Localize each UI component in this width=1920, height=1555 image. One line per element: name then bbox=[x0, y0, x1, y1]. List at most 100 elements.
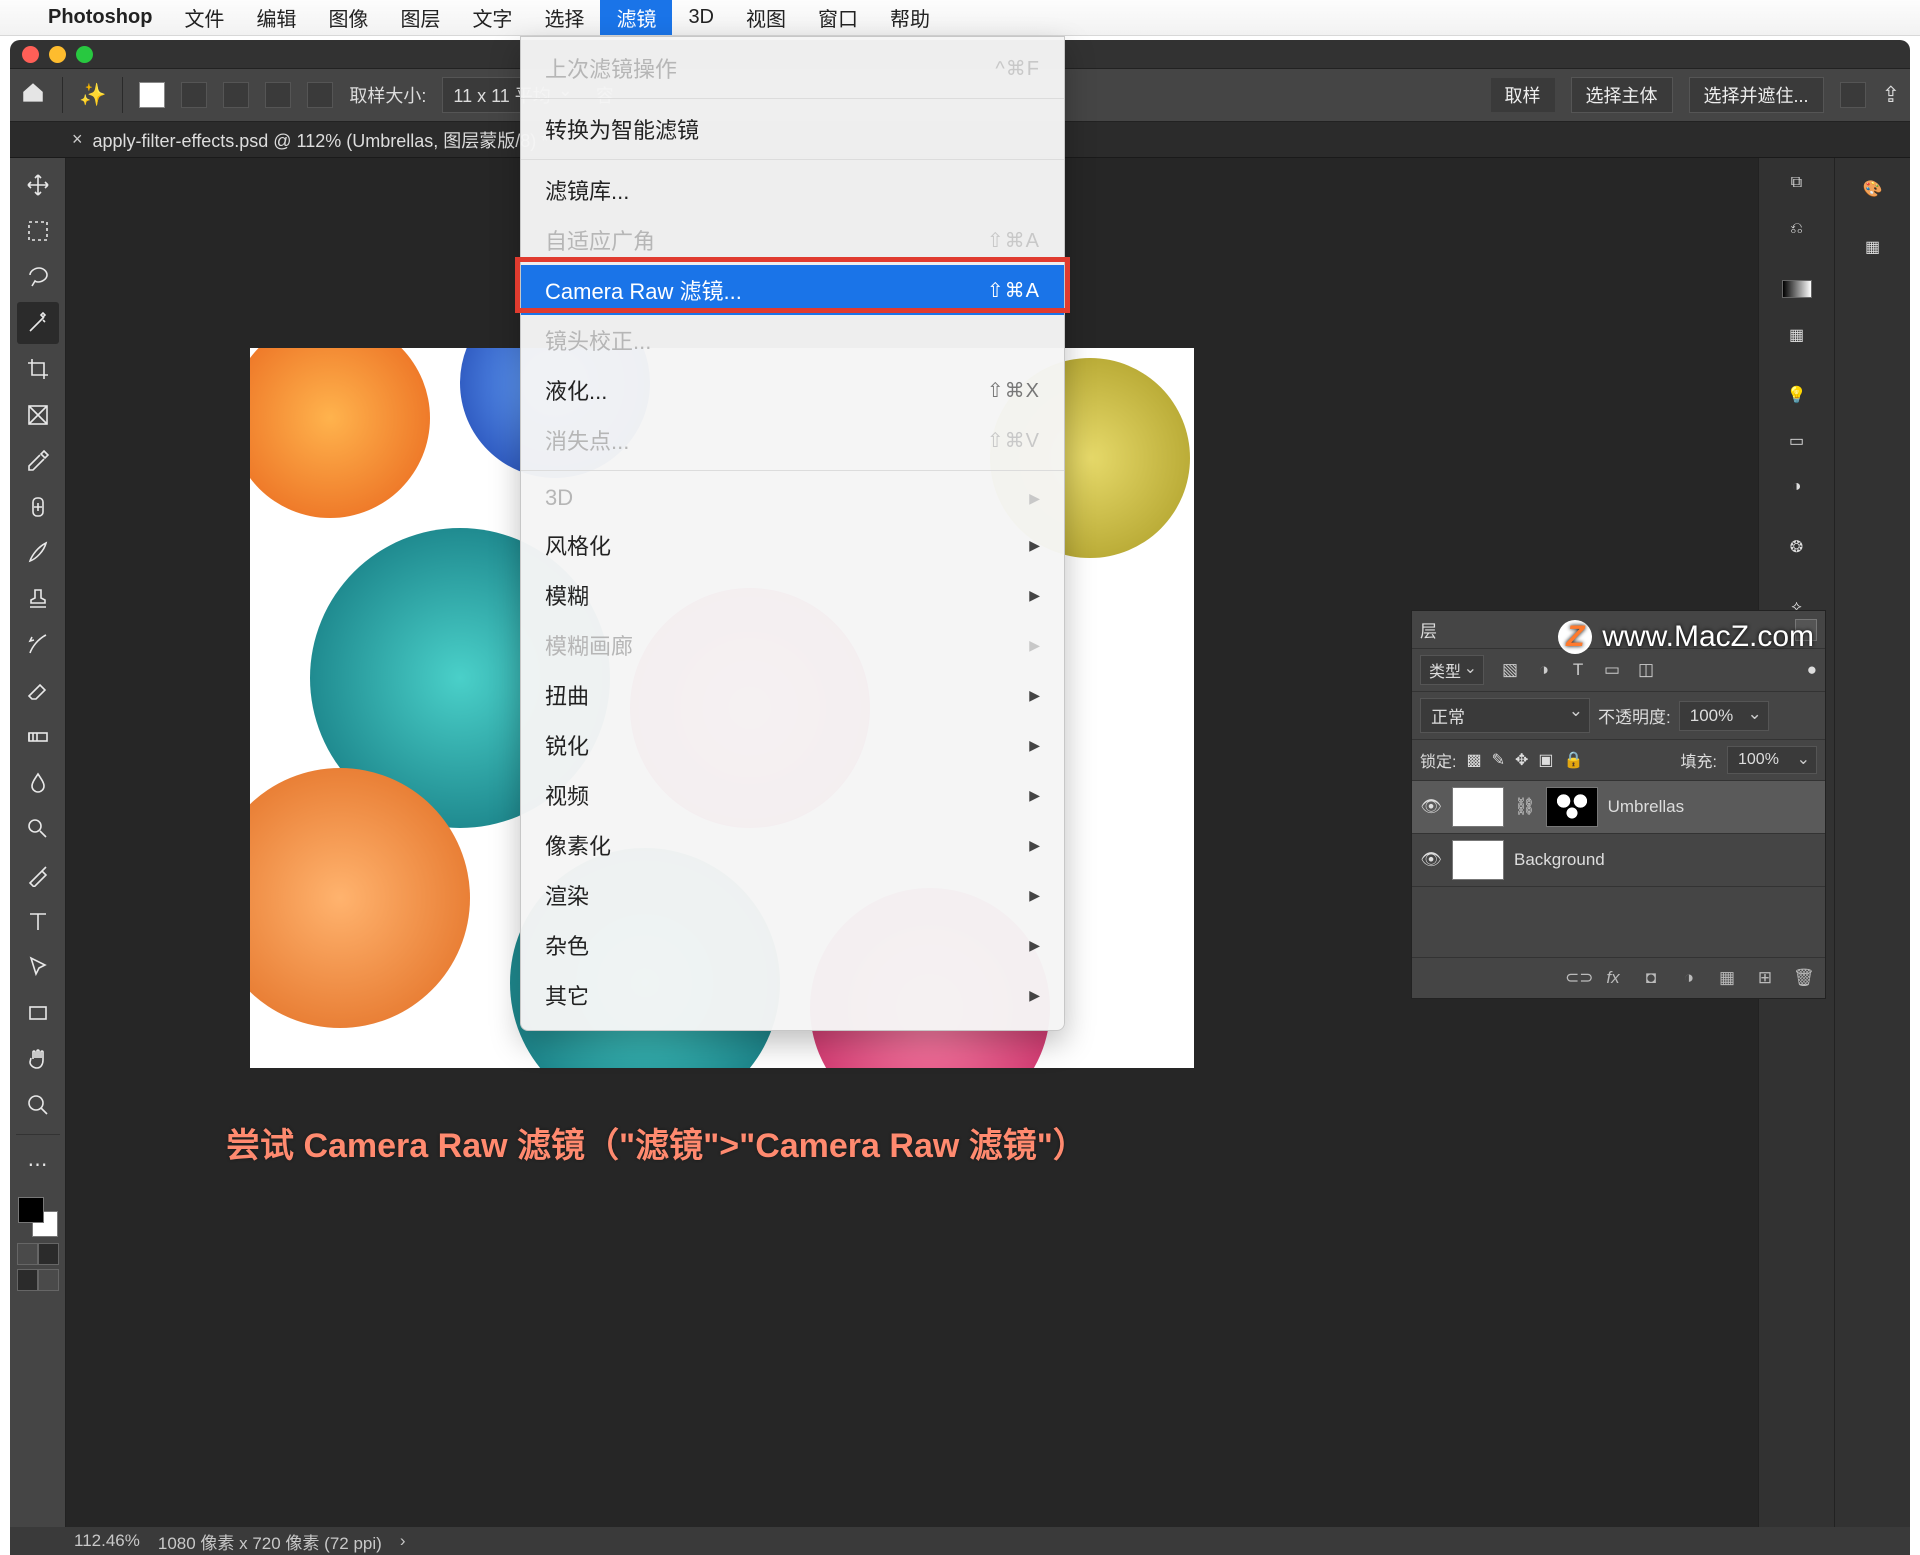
status-chevron-icon[interactable]: › bbox=[400, 1531, 406, 1551]
link-layers-icon[interactable]: ⊂⊃ bbox=[1565, 968, 1585, 988]
menu-convert-smart[interactable]: 转换为智能滤镜 bbox=[521, 104, 1064, 154]
new-layer-icon[interactable]: ⊞ bbox=[1755, 968, 1775, 988]
blur-tool[interactable] bbox=[17, 762, 59, 804]
magic-wand-tool[interactable] bbox=[17, 302, 59, 344]
menu-image[interactable]: 图像 bbox=[312, 0, 384, 35]
sample-swatch[interactable] bbox=[139, 82, 165, 108]
select-subject-button[interactable]: 选择主体 bbox=[1571, 77, 1673, 113]
home-icon[interactable] bbox=[20, 80, 46, 111]
menu-type[interactable]: 文字 bbox=[456, 0, 528, 35]
close-window[interactable] bbox=[22, 46, 39, 63]
gradient-tool[interactable] bbox=[17, 716, 59, 758]
layer-filter-kind[interactable]: 类型 bbox=[1420, 655, 1484, 685]
type-tool[interactable] bbox=[17, 900, 59, 942]
panel-icon-colorwheel[interactable]: ❂ bbox=[1774, 526, 1820, 568]
menu-select[interactable]: 选择 bbox=[528, 0, 600, 35]
path-select-tool[interactable] bbox=[17, 946, 59, 988]
delete-layer-icon[interactable]: 🗑 bbox=[1793, 968, 1813, 988]
menu-group-pixelate[interactable]: 像素化 bbox=[521, 820, 1064, 870]
lasso-tool[interactable] bbox=[17, 256, 59, 298]
lock-brush-icon[interactable]: ✎ bbox=[1492, 750, 1505, 770]
menu-filter-gallery[interactable]: 滤镜库... bbox=[521, 165, 1064, 215]
menu-group-video[interactable]: 视频 bbox=[521, 770, 1064, 820]
stamp-tool[interactable] bbox=[17, 578, 59, 620]
menu-group-blur[interactable]: 模糊 bbox=[521, 570, 1064, 620]
lock-all-icon[interactable]: 🔒 bbox=[1564, 750, 1584, 770]
history-brush-tool[interactable] bbox=[17, 624, 59, 666]
filter-type-icon[interactable]: T bbox=[1568, 660, 1588, 680]
lock-artboard-icon[interactable]: ▣ bbox=[1538, 750, 1553, 770]
panel-icon-3d[interactable]: ⧉ bbox=[1774, 162, 1820, 204]
lock-position-icon[interactable]: ✥ bbox=[1515, 750, 1528, 770]
layer-row[interactable]: 👁 ⛓ Umbrellas bbox=[1412, 781, 1825, 834]
opacity-value[interactable]: 100% bbox=[1679, 701, 1769, 731]
share-icon[interactable]: ⇪ bbox=[1882, 82, 1900, 108]
fx-icon[interactable]: fx bbox=[1603, 968, 1623, 988]
menu-camera-raw-filter[interactable]: Camera Raw 滤镜...⇧⌘A bbox=[521, 265, 1064, 315]
menu-group-render[interactable]: 渲染 bbox=[521, 870, 1064, 920]
add-mask-icon[interactable]: ◘ bbox=[1641, 968, 1661, 988]
move-tool[interactable] bbox=[17, 164, 59, 206]
document-tab[interactable]: apply-filter-effects.psd @ 112% (Umbrell… bbox=[93, 127, 549, 153]
panel-icon-libraries[interactable]: ⎌ bbox=[1774, 208, 1820, 250]
filter-smart-icon[interactable]: ◫ bbox=[1636, 660, 1656, 680]
blend-mode-dropdown[interactable]: 正常 bbox=[1420, 698, 1590, 733]
dodge-tool[interactable] bbox=[17, 808, 59, 850]
app-name[interactable]: Photoshop bbox=[32, 0, 168, 35]
menu-group-distort[interactable]: 扭曲 bbox=[521, 670, 1064, 720]
eyedropper-tool[interactable] bbox=[17, 440, 59, 482]
foreground-background-colors[interactable] bbox=[16, 1195, 60, 1239]
menu-3d[interactable]: 3D bbox=[672, 0, 730, 35]
panel-icon-bulb[interactable]: 💡 bbox=[1774, 374, 1820, 416]
filter-adjust-icon[interactable]: ◑ bbox=[1534, 660, 1554, 680]
menu-layer[interactable]: 图层 bbox=[384, 0, 456, 35]
menu-group-stylize[interactable]: 风格化 bbox=[521, 520, 1064, 570]
panel-icon-color[interactable]: 🎨 bbox=[1850, 162, 1896, 216]
menu-window[interactable]: 窗口 bbox=[802, 0, 874, 35]
rectangle-tool[interactable] bbox=[17, 992, 59, 1034]
menu-filter[interactable]: 滤镜 bbox=[600, 0, 672, 35]
adjustment-icon[interactable]: ◑ bbox=[1679, 968, 1699, 988]
zoom-window[interactable] bbox=[76, 46, 93, 63]
layers-tab[interactable]: 层 bbox=[1420, 617, 1437, 642]
layer-mask-thumbnail[interactable] bbox=[1546, 787, 1598, 827]
panel-icon-book[interactable]: ▭ bbox=[1774, 420, 1820, 462]
panel-icon-pattern[interactable]: ▦ bbox=[1774, 314, 1820, 356]
menu-view[interactable]: 视图 bbox=[730, 0, 802, 35]
panel-icon-adjust[interactable]: ◑ bbox=[1774, 466, 1820, 508]
filter-shape-icon[interactable]: ▭ bbox=[1602, 660, 1622, 680]
pen-tool[interactable] bbox=[17, 854, 59, 896]
panel-icon-gradient[interactable] bbox=[1774, 268, 1820, 310]
group-icon[interactable]: ▦ bbox=[1717, 968, 1737, 988]
visibility-icon[interactable]: 👁 bbox=[1420, 850, 1442, 870]
intersect-selection[interactable] bbox=[307, 82, 333, 108]
zoom-tool[interactable] bbox=[17, 1084, 59, 1126]
fill-value[interactable]: 100% bbox=[1727, 746, 1817, 774]
healing-tool[interactable] bbox=[17, 486, 59, 528]
select-and-mask-button[interactable]: 选择并遮住... bbox=[1689, 77, 1824, 113]
layer-name[interactable]: Background bbox=[1514, 850, 1605, 870]
zoom-level[interactable]: 112.46% bbox=[74, 1531, 140, 1551]
menu-liquify[interactable]: 液化...⇧⌘X bbox=[521, 365, 1064, 415]
lock-transparency-icon[interactable]: ▩ bbox=[1466, 750, 1481, 770]
new-selection[interactable] bbox=[181, 82, 207, 108]
menu-file[interactable]: 文件 bbox=[168, 0, 240, 35]
hand-tool[interactable] bbox=[17, 1038, 59, 1080]
screen-mode-toggle[interactable] bbox=[17, 1269, 59, 1291]
filter-pixel-icon[interactable]: ▧ bbox=[1500, 660, 1520, 680]
add-selection[interactable] bbox=[223, 82, 249, 108]
layer-name[interactable]: Umbrellas bbox=[1608, 797, 1685, 817]
edit-toolbar[interactable]: ⋯ bbox=[17, 1143, 59, 1185]
quick-mask-toggle[interactable] bbox=[17, 1243, 59, 1265]
menu-help[interactable]: 帮助 bbox=[874, 0, 946, 35]
menu-group-noise[interactable]: 杂色 bbox=[521, 920, 1064, 970]
menu-group-sharpen[interactable]: 锐化 bbox=[521, 720, 1064, 770]
sample-button-partial[interactable]: 取样 bbox=[1491, 78, 1555, 112]
menu-edit[interactable]: 编辑 bbox=[240, 0, 312, 35]
brush-tool[interactable] bbox=[17, 532, 59, 574]
layer-thumbnail[interactable] bbox=[1452, 840, 1504, 880]
layer-row[interactable]: 👁 Background bbox=[1412, 834, 1825, 887]
panel-icon-swatches[interactable]: ▦ bbox=[1850, 220, 1896, 274]
panel-toggle[interactable] bbox=[1840, 82, 1866, 108]
menu-group-other[interactable]: 其它 bbox=[521, 970, 1064, 1020]
